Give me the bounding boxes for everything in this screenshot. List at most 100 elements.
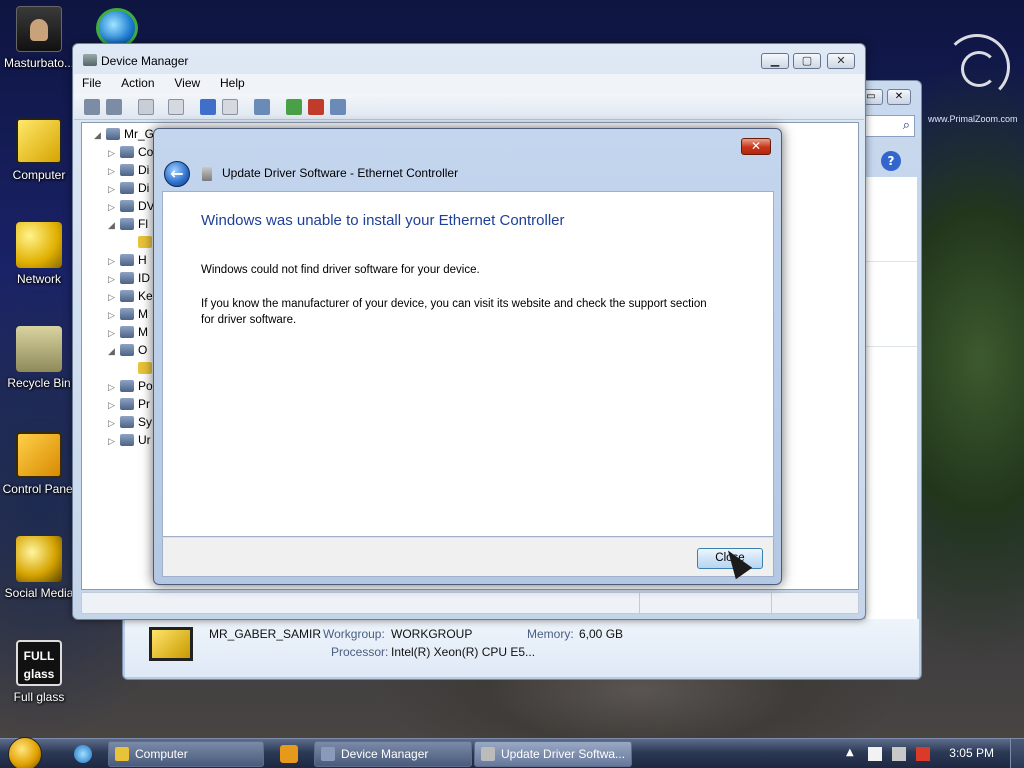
memory-label: Memory: bbox=[527, 627, 574, 641]
menu-file[interactable]: File bbox=[74, 74, 109, 90]
enable-device-icon[interactable] bbox=[330, 99, 346, 115]
content-pane bbox=[865, 177, 917, 667]
action-center-flag-icon[interactable] bbox=[868, 747, 882, 761]
uninstall-icon[interactable] bbox=[308, 99, 324, 115]
user-folder-icon bbox=[16, 6, 62, 52]
maximize-button[interactable]: ▢ bbox=[793, 53, 821, 69]
properties-icon[interactable] bbox=[138, 99, 154, 115]
device-icon bbox=[120, 164, 134, 176]
keyboard-icon bbox=[120, 290, 134, 302]
device-icon bbox=[120, 380, 134, 392]
dialog-body: Windows was unable to install your Ether… bbox=[162, 191, 774, 537]
tree-item-label: Sy bbox=[138, 415, 153, 429]
desktop-icon-network[interactable]: Network bbox=[0, 222, 78, 286]
device-manager-icon bbox=[83, 54, 97, 66]
desktop-icon-label: Masturbato... bbox=[3, 56, 75, 70]
recycle-bin-icon bbox=[16, 326, 62, 372]
workgroup-value: WORKGROUP bbox=[391, 627, 473, 641]
network-icon bbox=[16, 222, 62, 268]
network-error-icon[interactable] bbox=[892, 747, 906, 761]
window-title: Device Manager bbox=[101, 54, 189, 68]
show-hidden-icons-icon[interactable]: ▲ bbox=[846, 747, 860, 761]
desktop-icon-label: Control Panel bbox=[2, 482, 76, 496]
desktop-icon-user[interactable]: Masturbato... bbox=[0, 6, 78, 70]
list-icon[interactable] bbox=[168, 99, 184, 115]
desktop-icon-label: Network bbox=[16, 272, 61, 286]
device-manager-icon bbox=[321, 747, 335, 761]
tree-item[interactable]: ▷ Sy bbox=[108, 415, 152, 433]
tree-item[interactable]: ▷ M bbox=[108, 307, 148, 325]
tree-item-label: M bbox=[138, 325, 148, 339]
tree-item[interactable]: ▷ ID bbox=[108, 271, 150, 289]
tree-item[interactable]: ▷ Po bbox=[108, 379, 153, 397]
computer-icon bbox=[115, 747, 129, 761]
dialog-footer: Close bbox=[162, 537, 774, 577]
update-driver-icon[interactable] bbox=[286, 99, 302, 115]
tree-item[interactable]: ▷ Di bbox=[108, 181, 149, 199]
close-icon[interactable]: ✕ bbox=[741, 138, 771, 155]
back-arrow-icon[interactable]: ← bbox=[164, 161, 190, 187]
internet-explorer-icon[interactable] bbox=[74, 745, 92, 763]
forward-arrow-icon[interactable] bbox=[106, 99, 122, 115]
taskbar: Computer Device Manager Update Driver So… bbox=[0, 737, 1024, 768]
device-icon bbox=[120, 272, 134, 284]
workgroup-label: Workgroup: bbox=[323, 627, 385, 641]
back-arrow-icon[interactable] bbox=[84, 99, 100, 115]
desktop-icon-control-panel[interactable]: Control Panel bbox=[0, 432, 78, 496]
full-glass-icon: FULL glass bbox=[16, 640, 62, 686]
tree-item[interactable]: ▷ Co bbox=[108, 145, 153, 163]
divider bbox=[866, 346, 917, 347]
start-button[interactable] bbox=[8, 737, 42, 768]
tree-item-label: Ur bbox=[138, 433, 151, 447]
status-cell bbox=[640, 593, 772, 613]
close-button[interactable]: ✕ bbox=[887, 89, 911, 105]
computer-icon bbox=[149, 627, 193, 661]
tree-item[interactable]: ▷ M bbox=[108, 325, 148, 343]
taskbar-item-device-manager[interactable]: Device Manager bbox=[314, 741, 472, 767]
tree-item[interactable]: ▷ Ke bbox=[108, 289, 153, 307]
desktop-icon-computer[interactable]: Computer bbox=[0, 118, 78, 182]
taskbar-item-update-driver[interactable]: Update Driver Softwa... bbox=[474, 741, 632, 767]
menu-view[interactable]: View bbox=[166, 74, 208, 90]
taskbar-item-label: Update Driver Softwa... bbox=[501, 747, 626, 761]
tree-item[interactable]: ◢ Fl bbox=[108, 217, 148, 235]
tree-root[interactable]: ◢ Mr_Ga bbox=[94, 127, 161, 145]
warning-device-icon bbox=[138, 362, 152, 374]
tree-item-label: Pr bbox=[138, 397, 150, 411]
dialog-title: Update Driver Software - Ethernet Contro… bbox=[222, 166, 459, 180]
monitor-icon bbox=[120, 326, 134, 338]
view-icon[interactable] bbox=[222, 99, 238, 115]
tree-item-label: O bbox=[138, 343, 148, 357]
desktop-icon-recycle-bin[interactable]: Recycle Bin bbox=[0, 326, 78, 390]
show-desktop-button[interactable] bbox=[1010, 739, 1024, 768]
tree-item-label: Ke bbox=[138, 289, 153, 303]
desktop-icon-full-glass[interactable]: FULL glass Full glass bbox=[0, 640, 78, 704]
help-icon[interactable]: ? bbox=[881, 151, 901, 171]
clock[interactable]: 3:05 PM bbox=[949, 746, 994, 760]
close-button[interactable]: ✕ bbox=[827, 53, 855, 69]
tree-item[interactable]: ▷ DV bbox=[108, 199, 155, 217]
scan-hardware-icon[interactable] bbox=[254, 99, 270, 115]
menu-help[interactable]: Help bbox=[212, 74, 253, 90]
menu-action[interactable]: Action bbox=[113, 74, 162, 90]
minimize-button[interactable]: ▁ bbox=[761, 53, 789, 69]
desktop-icon-social-media[interactable]: Social Media bbox=[0, 536, 78, 600]
tree-item[interactable]: ▷ Di bbox=[108, 163, 149, 181]
tree-item[interactable]: ▷ Ur bbox=[108, 433, 151, 451]
search-input[interactable]: ⌕ bbox=[863, 115, 915, 137]
processor-value: Intel(R) Xeon(R) CPU E5... bbox=[391, 645, 536, 659]
media-player-icon[interactable] bbox=[280, 745, 298, 763]
device-icon bbox=[120, 218, 134, 230]
update-driver-dialog[interactable]: ✕ ← Update Driver Software - Ethernet Co… bbox=[153, 128, 782, 585]
taskbar-item-computer[interactable]: Computer bbox=[108, 741, 264, 767]
tree-item[interactable]: ▷ H bbox=[108, 253, 147, 271]
toolbar bbox=[74, 94, 864, 120]
volume-muted-icon[interactable] bbox=[916, 747, 930, 761]
browser-icon[interactable] bbox=[96, 8, 138, 48]
help-icon[interactable] bbox=[200, 99, 216, 115]
tree-item[interactable]: ◢ O bbox=[108, 343, 147, 361]
tree-item-label: Di bbox=[138, 163, 150, 177]
tree-item[interactable]: ▷ Pr bbox=[108, 397, 150, 415]
desktop-icon-label: Full glass bbox=[13, 690, 65, 704]
search-icon: ⌕ bbox=[902, 118, 910, 133]
